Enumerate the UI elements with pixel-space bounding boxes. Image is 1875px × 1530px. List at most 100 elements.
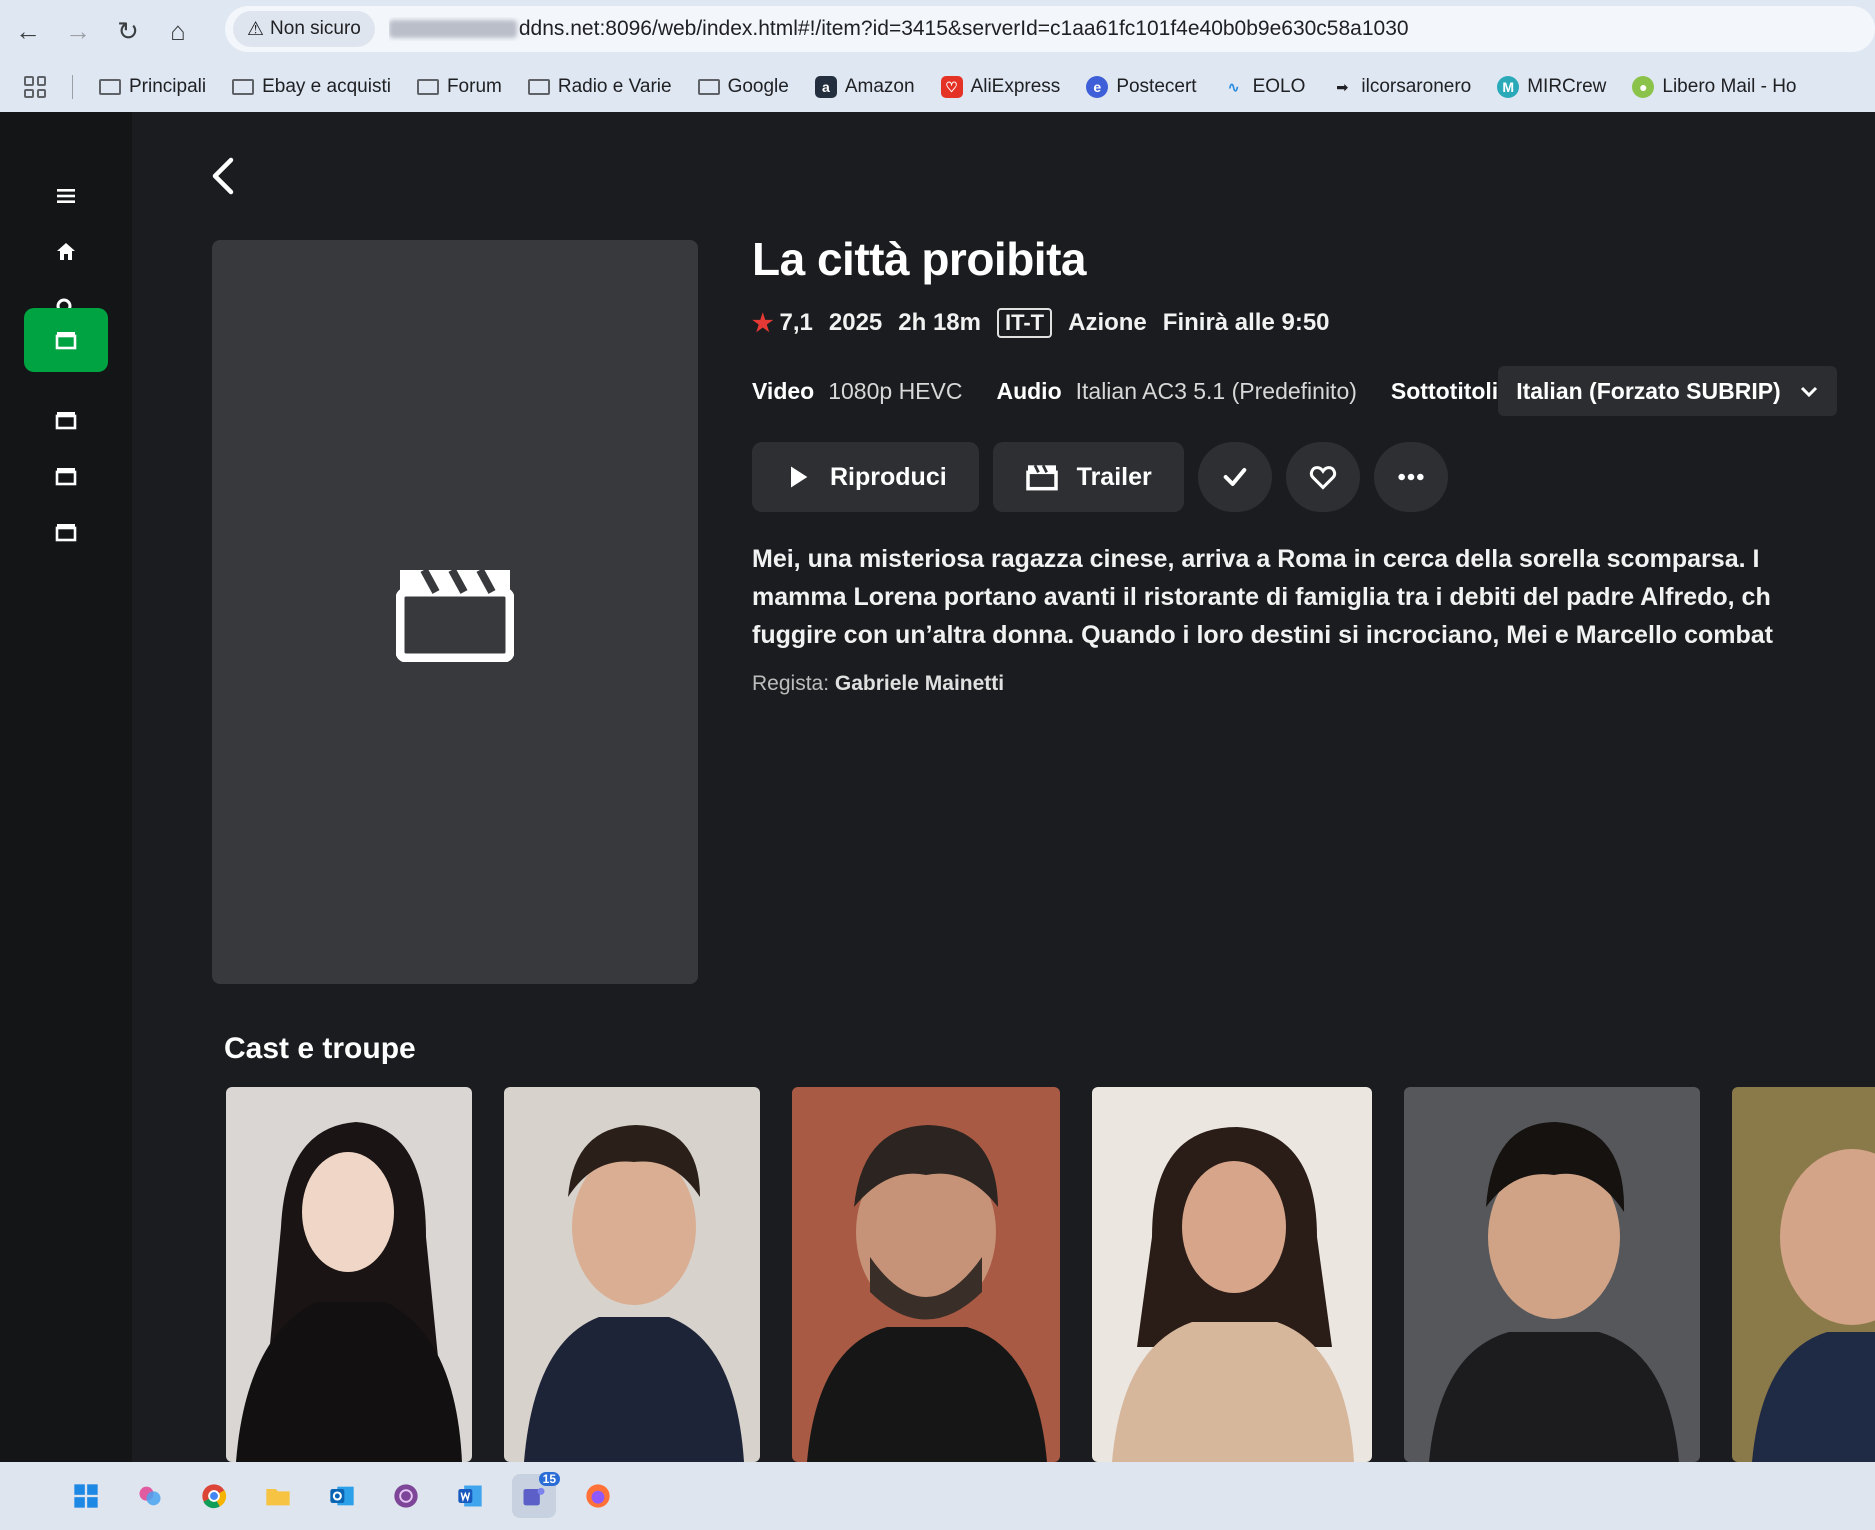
folder-icon (416, 79, 439, 95)
director-link[interactable]: Gabriele Mainetti (835, 672, 1004, 695)
favorite-button[interactable] (1285, 442, 1360, 512)
chrome-icon (202, 1484, 227, 1509)
actor-photo (1404, 1087, 1700, 1462)
clapperboard-icon (396, 568, 514, 662)
bookmark-forum[interactable]: Forum (416, 76, 502, 98)
actor-photo (1092, 1087, 1372, 1462)
cast-card[interactable] (792, 1087, 1060, 1462)
bookmarks-divider (72, 75, 73, 99)
production-year: 2025 (828, 309, 883, 336)
home-icon (57, 243, 75, 260)
nav-library-2[interactable] (24, 444, 108, 508)
actor-photo (226, 1087, 472, 1462)
subtitles-label: Sottotitoli (1390, 377, 1499, 404)
taskbar-tor[interactable] (384, 1474, 428, 1518)
more-horizontal-icon (1398, 473, 1424, 481)
poster-placeholder (212, 240, 698, 984)
bookmark-postecert[interactable]: e Postecert (1086, 76, 1197, 98)
nav-home[interactable] (24, 220, 108, 284)
actor-photo (1732, 1087, 1875, 1462)
bookmark-ebay[interactable]: Ebay e acquisti (232, 76, 391, 98)
cast-card[interactable] (504, 1087, 760, 1462)
file-explorer-icon (266, 1489, 290, 1506)
bookmark-principali[interactable]: Principali (99, 76, 206, 98)
bookmark-amazon[interactable]: a Amazon (814, 76, 915, 98)
actor-photo (792, 1087, 1060, 1462)
nav-library-1[interactable] (24, 388, 108, 452)
bookmarks-bar: Principali Ebay e acquisti Forum Radio e… (0, 62, 1875, 112)
copilot-icon (139, 1486, 161, 1506)
back-button[interactable] (205, 154, 241, 198)
apps-grid-icon[interactable] (24, 76, 46, 98)
bookmark-radio[interactable]: Radio e Varie (527, 76, 672, 98)
warning-icon: ⚠ (247, 18, 265, 40)
overview-line: fuggire con un’altra donna. Quando i lor… (752, 621, 1773, 649)
nav-library-3[interactable] (24, 500, 108, 564)
video-label: Video (752, 377, 815, 404)
bookmark-aliexpress[interactable]: ♡ AliExpress (940, 76, 1060, 98)
libero-icon: ● (1632, 76, 1655, 98)
tor-icon (394, 1484, 418, 1508)
director-label: Regista: (752, 672, 830, 695)
reload-icon[interactable]: ↻ (106, 9, 150, 53)
url-text[interactable]: ddns.net:8096/web/index.html#!/item?id=3… (388, 17, 1409, 41)
end-time: Finirà alle 9:50 (1162, 309, 1330, 336)
subtitles-value: Italian (Forzato SUBRIP) (1516, 377, 1781, 404)
taskbar-chrome[interactable] (192, 1474, 236, 1518)
subtitles-select[interactable]: Italian (Forzato SUBRIP) (1498, 366, 1837, 416)
cast-card[interactable] (1732, 1087, 1875, 1462)
postecert-icon: e (1086, 76, 1109, 98)
item-meta-row: ★ 7,1 2025 2h 18m IT-T Azione Finirà all… (752, 308, 1330, 338)
bookmark-google[interactable]: Google (697, 76, 789, 98)
cast-card[interactable] (1404, 1087, 1700, 1462)
bookmark-ilcorsaronero[interactable]: ➟ ilcorsaronero (1331, 76, 1472, 98)
item-title: La città proibita (752, 233, 1086, 285)
bookmark-eolo[interactable]: ∿ EOLO (1223, 76, 1306, 98)
heart-icon (1309, 466, 1336, 490)
aliexpress-icon: ♡ (940, 76, 963, 98)
trailer-label: Trailer (1076, 462, 1152, 491)
item-overview: Mei, una misteriosa ragazza cinese, arri… (752, 540, 1875, 654)
taskbar-outlook[interactable] (320, 1474, 364, 1518)
start-button[interactable] (64, 1474, 108, 1518)
nav-movies[interactable] (24, 308, 108, 372)
folder-icon (232, 79, 255, 95)
bookmark-libero[interactable]: ● Libero Mail - Ho (1632, 76, 1797, 98)
director-line: Regista: Gabriele Mainetti (752, 672, 1004, 696)
mark-played-button[interactable] (1197, 442, 1272, 512)
bookmark-mircrew[interactable]: M MIRCrew (1497, 76, 1606, 98)
stream-info-row: Video 1080p HEVC Audio Italian AC3 5.1 (… (752, 366, 1837, 416)
jellyfin-app: La città proibita ★ 7,1 2025 2h 18m IT-T… (0, 112, 1875, 1462)
taskbar-copilot[interactable] (128, 1474, 172, 1518)
home-page-icon[interactable]: ⌂ (156, 9, 200, 53)
amazon-icon: a (814, 76, 837, 98)
outlook-icon (330, 1486, 354, 1506)
menu-button[interactable] (24, 164, 108, 228)
trailer-button[interactable]: Trailer (992, 442, 1184, 512)
library-icon (55, 524, 77, 542)
taskbar-word[interactable] (448, 1474, 492, 1518)
address-bar[interactable]: ⚠ Non sicuro ddns.net:8096/web/index.htm… (225, 6, 1875, 52)
windows-taskbar: 15 (0, 1462, 1875, 1530)
security-chip[interactable]: ⚠ Non sicuro (233, 11, 375, 47)
play-label: Riproduci (830, 462, 947, 491)
more-options-button[interactable] (1373, 442, 1448, 512)
forward-arrow-icon[interactable]: → (56, 9, 100, 53)
security-label: Non sicuro (270, 18, 361, 39)
side-navigation (0, 112, 132, 1462)
notification-badge: 15 (538, 1472, 560, 1486)
play-button[interactable]: Riproduci (752, 442, 979, 512)
back-arrow-icon[interactable]: ← (6, 9, 50, 53)
action-buttons: Riproduci Trailer (752, 442, 1448, 512)
runtime: 2h 18m (898, 309, 981, 336)
taskbar-file-explorer[interactable] (256, 1474, 300, 1518)
taskbar-teams[interactable]: 15 (512, 1472, 560, 1518)
cast-card[interactable] (1092, 1087, 1372, 1462)
cast-card[interactable] (226, 1087, 472, 1462)
taskbar-firefox[interactable] (576, 1474, 620, 1518)
genre-link[interactable]: Azione (1068, 309, 1147, 337)
cast-list (226, 1087, 1875, 1462)
word-icon (458, 1485, 482, 1507)
play-icon (791, 466, 808, 488)
mircrew-icon: M (1497, 76, 1520, 98)
